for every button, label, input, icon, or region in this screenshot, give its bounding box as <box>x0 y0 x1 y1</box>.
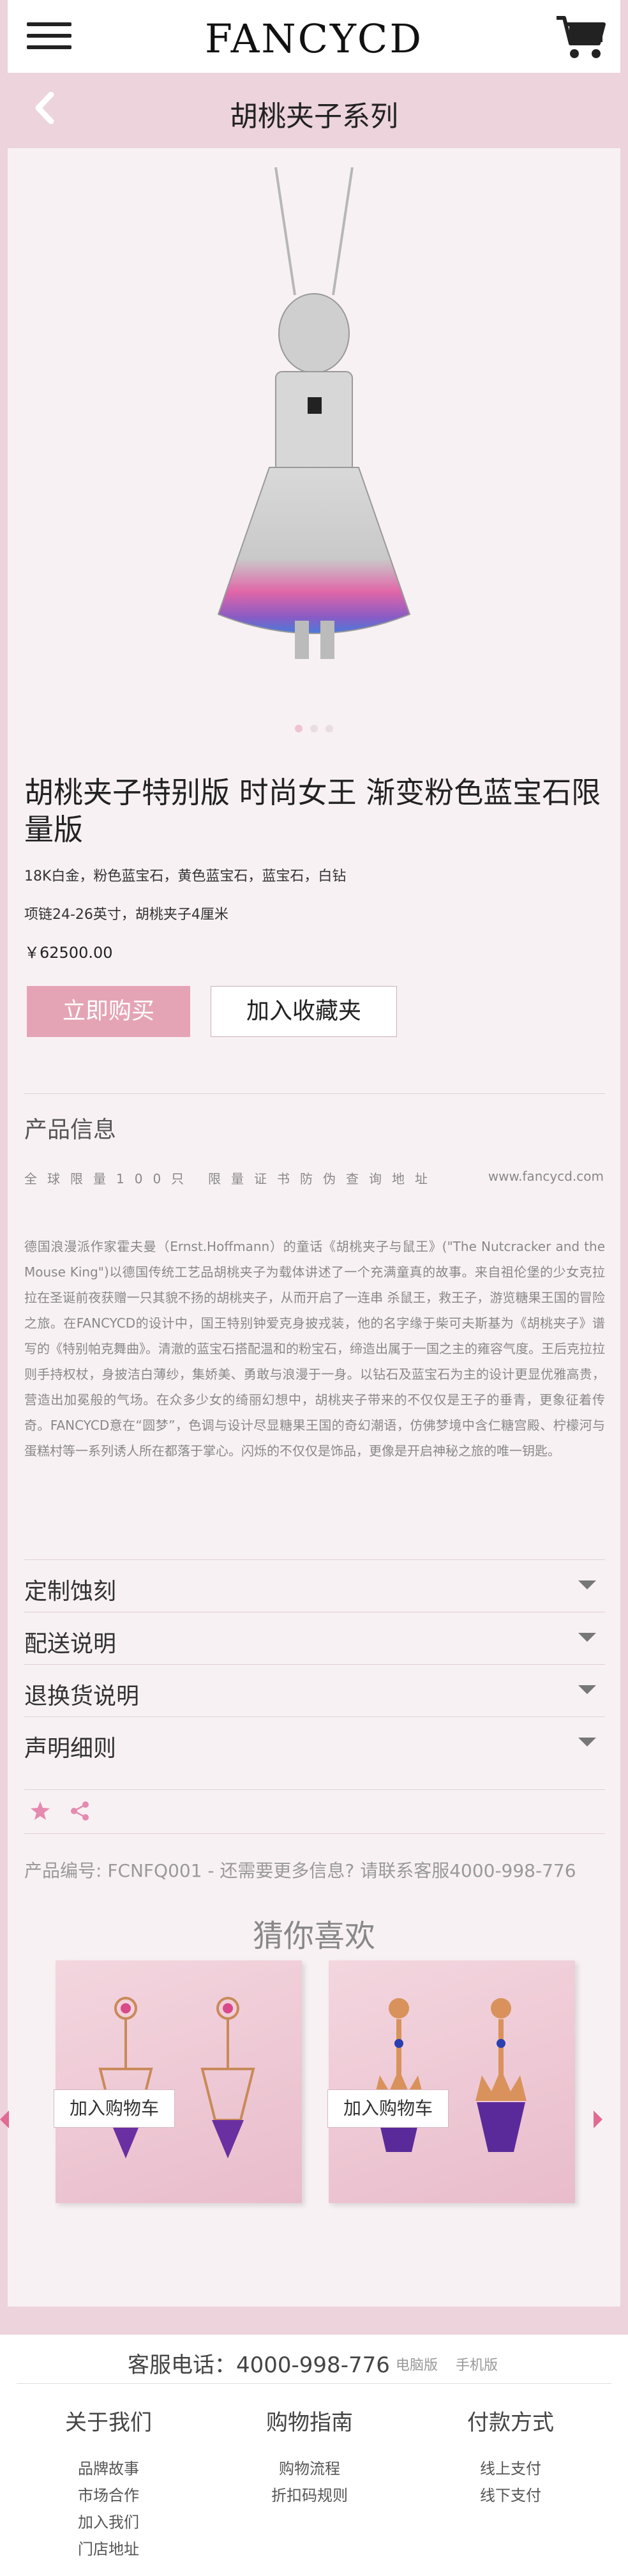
desktop-version-link[interactable]: 电脑版 <box>396 2354 438 2374</box>
chevron-down-icon <box>578 1580 596 1589</box>
mobile-version-link[interactable]: 手机版 <box>456 2354 498 2374</box>
recommend-item-image[interactable] <box>56 1960 302 2203</box>
accordion-delivery[interactable]: 配送说明 <box>24 1612 605 1664</box>
product-description: 德国浪漫派作家霍夫曼（Ernst.Hoffmann）的童话《胡桃夹子与鼠王》("… <box>24 1239 605 1458</box>
product-title: 胡桃夹子特别版 时尚女王 渐变粉色蓝宝石限量版 <box>24 775 601 847</box>
footer-col-title: 购物指南 <box>266 2410 353 2436</box>
footer-link[interactable]: 折扣码规则 <box>233 2482 386 2509</box>
buy-now-button[interactable]: 立即购买 <box>27 986 190 1037</box>
recommend-item-image[interactable] <box>329 1960 575 2203</box>
product-image[interactable] <box>180 167 448 672</box>
carousel-dot[interactable] <box>325 725 333 732</box>
carousel-dot[interactable] <box>310 725 318 732</box>
footer-link[interactable]: 加入我们 <box>32 2509 185 2536</box>
footer-col-payment: 付款方式 线上支付 线下支付 <box>434 2405 587 2509</box>
footer-link[interactable]: 市场合作 <box>32 2482 185 2509</box>
earring-image <box>98 1997 255 2158</box>
chevron-down-icon <box>578 1685 596 1694</box>
page-title: 胡桃夹子系列 <box>230 100 398 133</box>
accordion-label: 退换货说明 <box>24 1683 140 1709</box>
action-icons-row <box>24 1789 605 1834</box>
footer-divider <box>17 2383 611 2384</box>
footer-col-title: 关于我们 <box>65 2410 152 2436</box>
product-detail: 胡桃夹子特别版 时尚女王 渐变粉色蓝宝石限量版 18K白金，粉色蓝宝石，黄色蓝宝… <box>8 148 620 2307</box>
accordion-label: 定制蚀刻 <box>24 1579 117 1605</box>
add-to-cart-button[interactable]: 加入购物车 <box>54 2089 175 2128</box>
carousel-prev-icon[interactable] <box>0 2110 9 2128</box>
certificate-url[interactable]: www.fancycd.com <box>488 1169 604 1184</box>
footer-link[interactable]: 门店地址 <box>32 2536 185 2563</box>
product-info-heading: 产品信息 <box>24 1117 117 1143</box>
accordion-custom-engraving[interactable]: 定制蚀刻 <box>24 1559 605 1612</box>
star-icon[interactable] <box>29 1800 51 1822</box>
accordion-label: 配送说明 <box>24 1631 117 1657</box>
footer: 客服电话：4000-998-776 电脑版 手机版 关于我们 品牌故事 市场合作… <box>0 2322 628 2576</box>
footer-link[interactable]: 品牌故事 <box>32 2455 185 2482</box>
product-size: 项链24-26英寸，胡桃夹子4厘米 <box>24 907 228 923</box>
footer-link[interactable]: 线下支付 <box>434 2482 587 2509</box>
recommend-title: 猜你喜欢 <box>252 1918 375 1954</box>
chevron-down-icon <box>578 1738 596 1746</box>
footer-col-title: 付款方式 <box>467 2410 554 2436</box>
footer-col-guide: 购物指南 购物流程 折扣码规则 <box>233 2405 386 2509</box>
top-bar: FANCYCD <box>8 0 620 73</box>
service-hotline: 客服电话：4000-998-776 <box>128 2352 390 2378</box>
sub-header: 胡桃夹子系列 <box>0 73 628 148</box>
add-to-favorites-button[interactable]: 加入收藏夹 <box>211 986 397 1037</box>
carousel-dot[interactable] <box>295 725 303 732</box>
carousel-next-icon[interactable] <box>594 2110 602 2128</box>
certificate-query-text: 限量证书防伪查询地址 <box>208 1171 438 1186</box>
footer-link[interactable]: 线上支付 <box>434 2455 587 2482</box>
product-materials: 18K白金，粉色蓝宝石，黄色蓝宝石，蓝宝石，白钻 <box>24 868 347 884</box>
limited-edition-text: 全球限量100只 <box>24 1171 195 1186</box>
earring-image <box>373 1998 527 2152</box>
product-price: ￥62500.00 <box>24 944 113 962</box>
brand-logo[interactable]: FANCYCD <box>8 15 620 62</box>
accordion-terms[interactable]: 声明细则 <box>24 1716 605 1769</box>
footer-link[interactable]: 购物流程 <box>233 2455 386 2482</box>
product-code-contact: 产品编号: FCNFQ001 - 还需要更多信息? 请联系客服4000-998-… <box>24 1860 576 1881</box>
footer-col-about: 关于我们 品牌故事 市场合作 加入我们 门店地址 <box>32 2405 185 2563</box>
accordion-label: 声明细则 <box>24 1736 117 1762</box>
chevron-down-icon <box>578 1633 596 1642</box>
cart-icon[interactable] <box>554 14 608 61</box>
carousel-dots[interactable] <box>8 723 620 735</box>
add-to-cart-button[interactable]: 加入购物车 <box>327 2089 449 2128</box>
accordion-returns[interactable]: 退换货说明 <box>24 1664 605 1716</box>
share-icon[interactable] <box>69 1800 91 1822</box>
divider <box>24 1093 605 1094</box>
